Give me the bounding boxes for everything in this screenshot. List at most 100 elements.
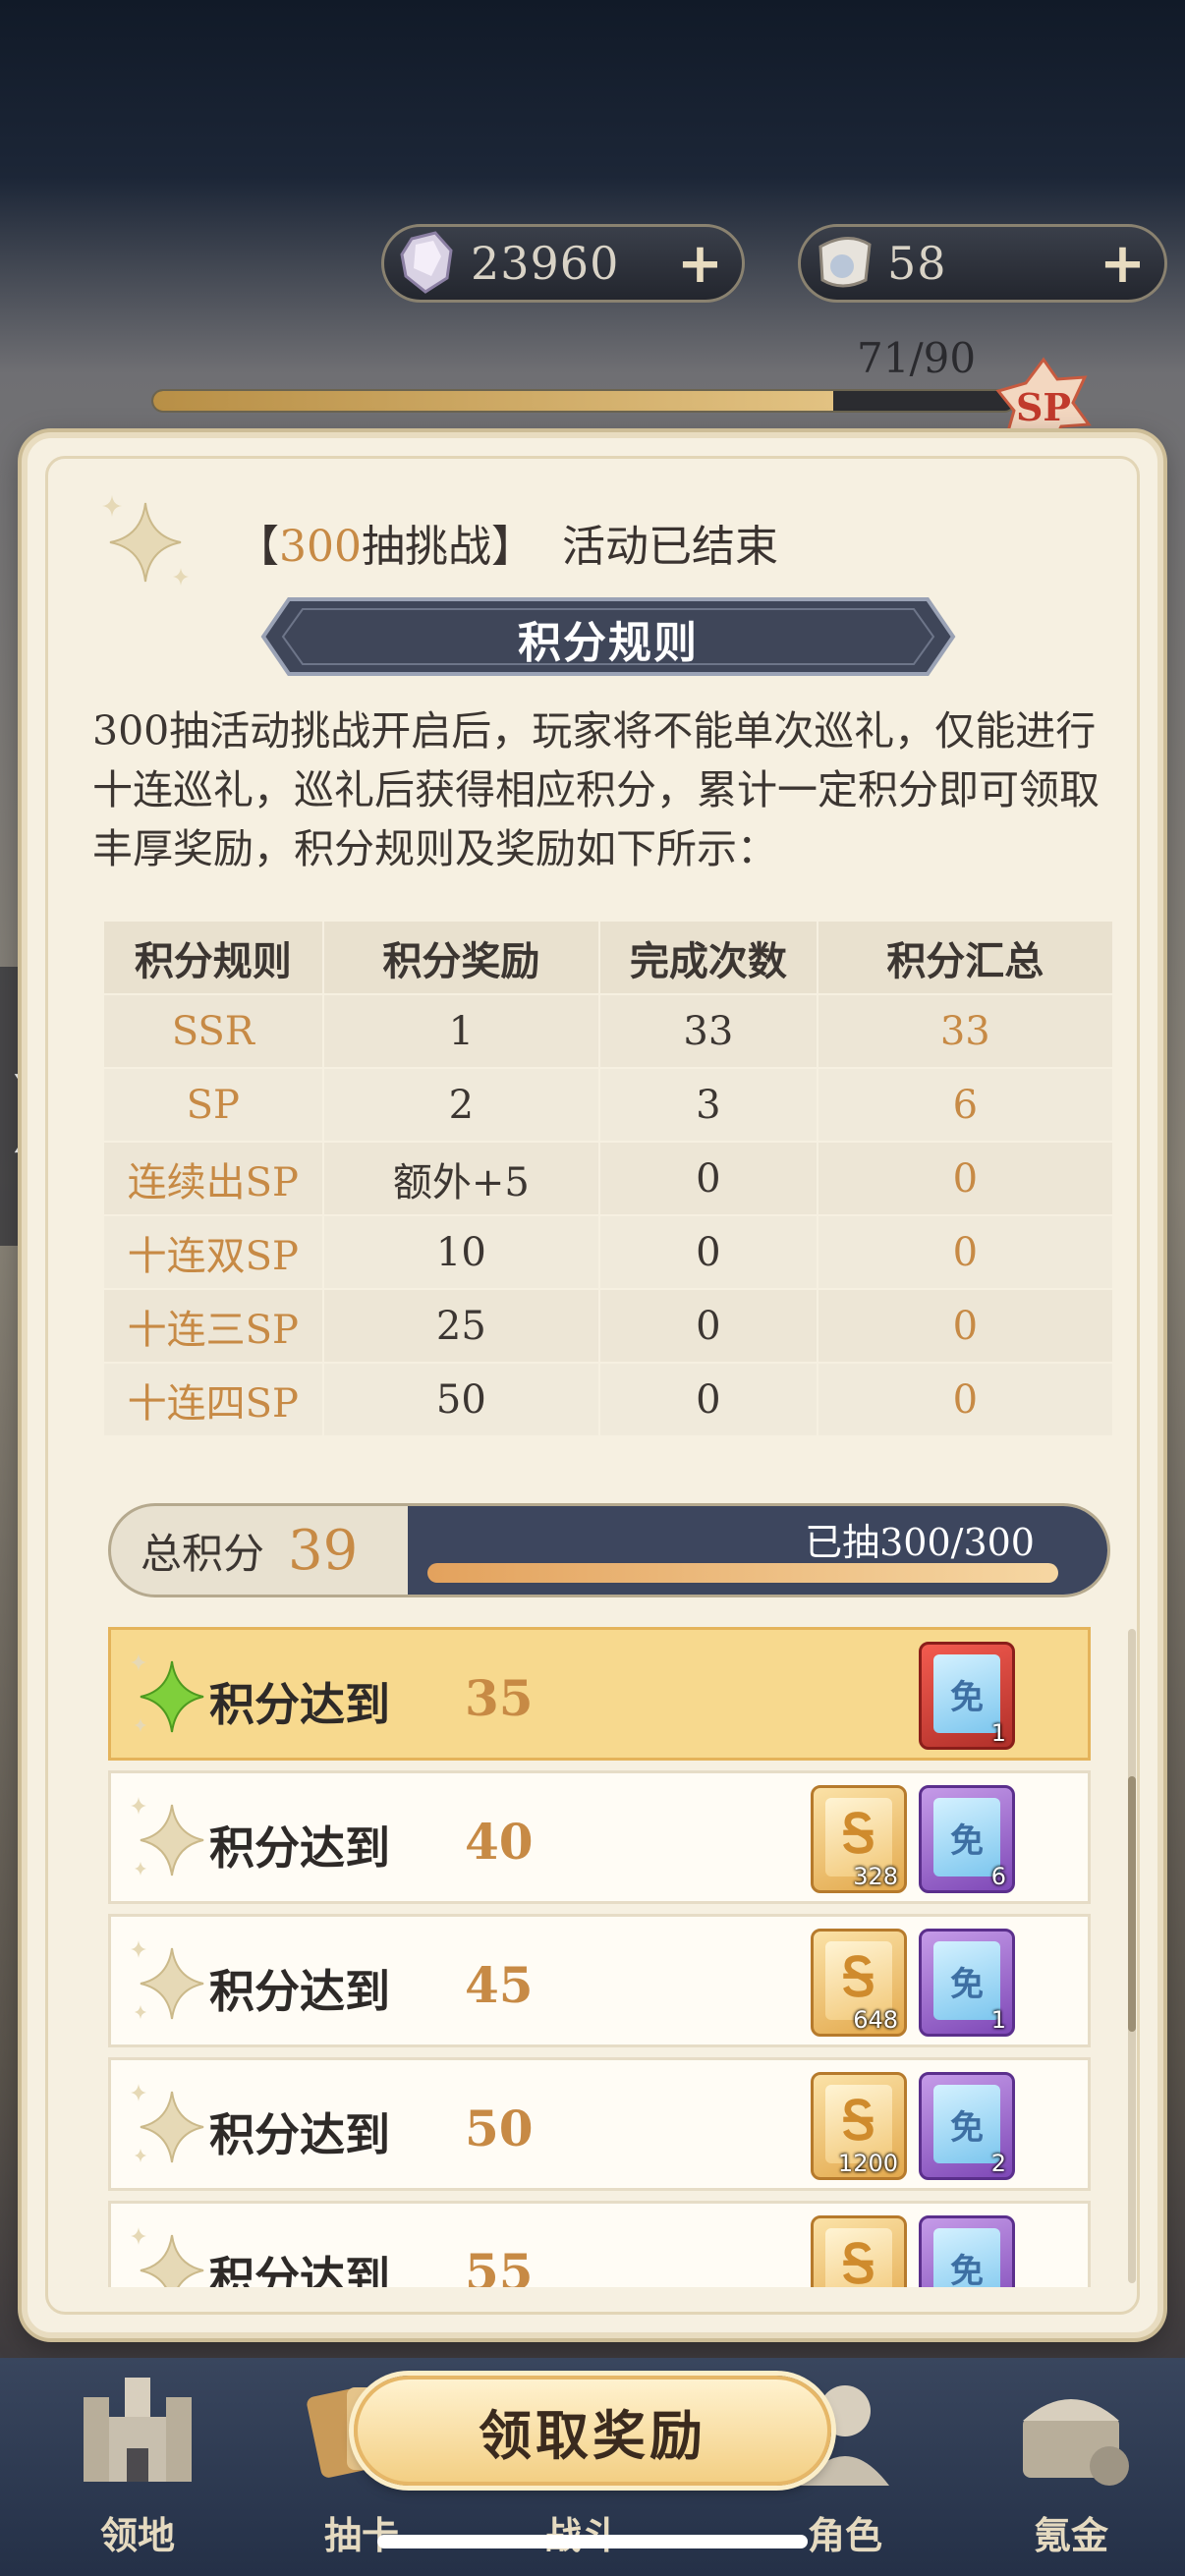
reward-threshold-points: 50 <box>465 2100 534 2157</box>
reward-row[interactable]: 积分达到 50 Ꭶ 1200 免 2 <box>108 2057 1091 2191</box>
ticket-glyph: 免 <box>950 1678 984 1717</box>
free-ticket-purple-icon[interactable]: 免1 <box>919 1929 1015 2037</box>
table-row: SP 2 3 6 <box>102 1067 1115 1143</box>
reward-item-count: 1 <box>990 2006 1006 2034</box>
total-score-bar: 总积分 39 已抽300/300 <box>108 1503 1110 1597</box>
nav-label: 氪金 <box>1033 2513 1108 2557</box>
gold-ticket-icon[interactable]: Ꭶ 328 <box>811 1785 907 1893</box>
home-indicator[interactable] <box>377 2535 808 2548</box>
rule-count: 0 <box>598 1141 818 1216</box>
reward-item-count: 1 <box>990 1719 1006 1747</box>
rule-count: 0 <box>598 1288 818 1364</box>
rule-count: 0 <box>598 1362 818 1437</box>
free-ticket-purple-icon[interactable]: 免2 <box>919 2072 1015 2180</box>
reward-item-count: 648 <box>853 2006 898 2034</box>
reward-items: Ꭶ 648 免 1 <box>811 1929 1015 2037</box>
reward-threshold-label: 积分达到 <box>209 2252 390 2287</box>
scrollbar-thumb[interactable] <box>1128 1776 1136 2032</box>
star-icon <box>131 1797 204 1876</box>
claim-reward-button[interactable]: 领取奖励 <box>354 2376 831 2486</box>
title-bracket: 【 <box>236 522 279 572</box>
title-rest: 抽挑战】 <box>361 522 535 572</box>
reward-row[interactable]: 积分达到 35 免 1 <box>108 1627 1091 1761</box>
star-icon <box>131 1940 204 2020</box>
reward-list[interactable]: 积分达到 35 免 1 积分达到 40 Ꭶ 328 免 6 积分达到 45 Ꭶ 648 免 1 积分达到 50 Ꭶ 1… <box>108 1627 1106 2287</box>
sp-progress-fill <box>153 391 834 411</box>
reward-threshold-points: 55 <box>465 2243 534 2287</box>
free-ticket-red-icon[interactable]: 免1 <box>919 1642 1015 1750</box>
ticket-glyph: 免 <box>950 2108 984 2148</box>
rule-total: 0 <box>816 1214 1115 1290</box>
rule-count: 3 <box>598 1067 818 1143</box>
nav-label: 抽卡 <box>323 2513 399 2557</box>
reward-item-count: 6 <box>990 1863 1006 1890</box>
rule-name: 连续出SP <box>102 1141 324 1216</box>
reward-threshold-label: 积分达到 <box>209 2108 390 2161</box>
ticket-glyph: Ꭶ <box>841 1802 876 1865</box>
reward-row[interactable]: 积分达到 45 Ꭶ 648 免 1 <box>108 1914 1091 2047</box>
rule-name: 十连四SP <box>102 1362 324 1437</box>
table-row: 十连四SP 50 0 0 <box>102 1362 1115 1437</box>
reward-threshold-points: 35 <box>465 1669 534 1727</box>
table-row: 连续出SP 额外+5 0 0 <box>102 1141 1115 1216</box>
title-highlight: 300 <box>279 522 362 572</box>
total-score-value: 39 <box>288 1518 359 1583</box>
table-header: 完成次数 <box>598 920 818 995</box>
draw-count: 已抽300/300 <box>805 1521 1035 1564</box>
free-ticket-purple-icon[interactable]: 免 <box>919 2215 1015 2287</box>
rule-points: 25 <box>321 1288 601 1364</box>
event-title: 【300抽挑战】 活动已结束 <box>236 511 778 574</box>
ticket-glyph: Ꭶ <box>841 1945 876 2008</box>
add-crystal-button[interactable]: + <box>671 232 730 296</box>
rules-banner-label: 积分规则 <box>518 618 699 668</box>
reward-item-count: 2 <box>990 2150 1006 2177</box>
reward-threshold-label: 积分达到 <box>209 1821 390 1875</box>
rule-points: 额外+5 <box>321 1141 601 1216</box>
rule-points: 10 <box>321 1214 601 1290</box>
nav-item[interactable]: 氪金 <box>973 2368 1169 2564</box>
ticket-glyph: 免 <box>950 1821 984 1861</box>
event-status: 活动已结束 <box>561 522 778 572</box>
reward-item-count: 1200 <box>837 2150 898 2177</box>
draw-progress: 已抽300/300 <box>408 1506 1107 1595</box>
add-scroll-button[interactable]: + <box>1094 232 1153 296</box>
rule-name: 十连双SP <box>102 1214 324 1290</box>
rule-points: 2 <box>321 1067 601 1143</box>
reward-items: Ꭶ免 <box>811 2215 1015 2287</box>
rule-total: 0 <box>816 1362 1115 1437</box>
gold-ticket-icon[interactable]: Ꭶ 1200 <box>811 2072 907 2180</box>
treasure-chest-icon <box>1023 2399 1129 2486</box>
reward-row[interactable]: 积分达到 40 Ꭶ 328 免 6 <box>108 1770 1091 1904</box>
event-panel: 【300抽挑战】 活动已结束 积分规则 300抽活动挑战开启后，玩家将不能单次巡礼… <box>22 432 1163 2338</box>
reward-items: Ꭶ 328 免 6 <box>811 1785 1015 1893</box>
nav-item[interactable]: 领地 <box>39 2368 236 2564</box>
table-header: 积分奖励 <box>321 920 601 995</box>
gold-ticket-icon[interactable]: Ꭶ 648 <box>811 1929 907 2037</box>
summon-scroll-icon <box>818 237 872 288</box>
gold-ticket-icon[interactable]: Ꭶ <box>811 2215 907 2287</box>
scroll-amount: 58 <box>887 237 947 290</box>
sp-progress-bar <box>151 389 1016 413</box>
draw-progress-fill <box>427 1563 1058 1583</box>
rule-count: 0 <box>598 1214 818 1290</box>
nav-label: 角色 <box>807 2513 882 2557</box>
nav-label: 领地 <box>99 2513 175 2557</box>
total-score: 总积分 39 <box>111 1506 408 1595</box>
reward-threshold-points: 40 <box>465 1813 534 1871</box>
table-row: SSR 1 33 33 <box>102 993 1115 1069</box>
reward-items: 免1 <box>919 1642 1015 1750</box>
reward-threshold-label: 积分达到 <box>209 1678 390 1731</box>
crystal-icon <box>400 231 453 294</box>
reward-row[interactable]: 积分达到 55 Ꭶ 免 <box>108 2201 1091 2287</box>
reward-items: Ꭶ 1200 免 2 <box>811 2072 1015 2180</box>
star-icon <box>131 2227 204 2287</box>
reward-list-scrollbar[interactable] <box>1128 1629 1136 2283</box>
nav-label: 战斗 <box>483 2505 680 2559</box>
rule-total: 0 <box>816 1288 1115 1364</box>
crystal-currency: 23960 + <box>381 224 745 303</box>
rule-count: 33 <box>598 993 818 1069</box>
table-row: 十连双SP 10 0 0 <box>102 1214 1115 1290</box>
ticket-glyph: 免 <box>950 2252 984 2287</box>
total-score-label: 总积分 <box>141 1529 265 1578</box>
free-ticket-purple-icon[interactable]: 免6 <box>919 1785 1015 1893</box>
